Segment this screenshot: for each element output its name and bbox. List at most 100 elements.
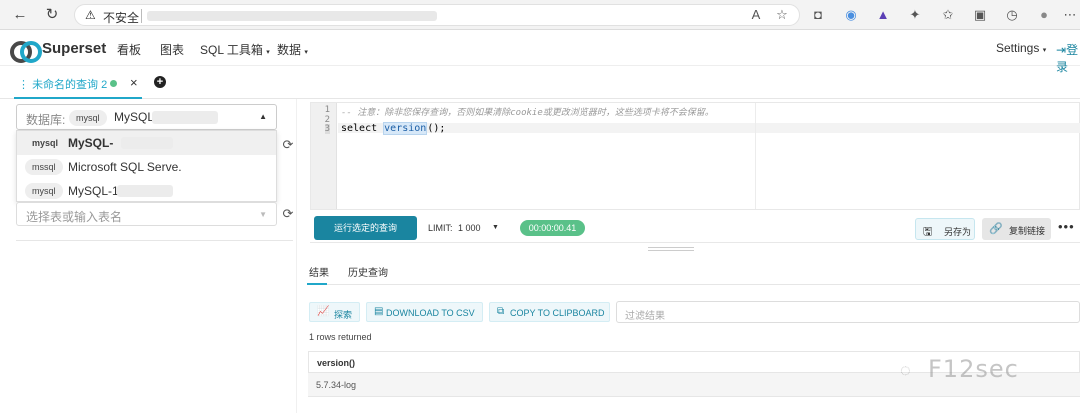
option-tag: mssql [25,159,63,175]
line-number: 3 [324,124,330,134]
brand-name: Superset [42,39,107,57]
menu-sql-lab-label: SQL 工具箱 [200,43,263,57]
favorite-add-icon[interactable]: ☆ [774,7,790,23]
watermark: F12sec [928,355,1019,383]
divider [16,240,293,241]
download-csv-button[interactable]: ▤ DOWNLOAD TO CSV [366,302,483,322]
redacted-text [152,111,218,124]
save-as-button[interactable]: 🖫 另存为 [915,218,975,240]
warning-icon: ⚠ [85,8,96,22]
database-option[interactable]: mssql Microsoft SQL Serve. [17,155,276,179]
more-icon[interactable]: ⋯ [1062,7,1078,23]
query-tab[interactable]: ⋮ 未命名的查询 2 × [14,66,142,99]
refresh-icon[interactable]: ⟳ [281,138,295,152]
run-query-button[interactable]: 运行选定的查询 [314,216,417,240]
divider [141,9,142,23]
rows-returned: 1 rows returned [309,332,372,342]
database-tag: mysql [69,110,107,126]
settings-menu[interactable]: Settings ▾ [996,41,1046,55]
wechat-icon: ◌ [900,360,911,380]
code-line: select version(); [341,122,445,135]
option-tag: mysql [25,183,63,199]
limit-value[interactable]: 1 000 [458,223,481,233]
close-icon[interactable]: × [130,75,138,90]
menu-sql-lab[interactable]: SQL 工具箱 ▾ [200,41,270,58]
database-label: 数据库: [26,113,66,127]
copy-clipboard-button[interactable]: ⧉ COPY TO CLIPBOARD [489,302,610,322]
database-value: MySQL [114,110,155,124]
option-label: Microsoft SQL Serve. [68,160,182,174]
resize-handle[interactable] [648,247,694,251]
cell-value: 5.7.34-log [316,380,357,390]
code-line-comment: -- 注意：除非您保存查询，否则如果清除cookie或更改浏览器时，这些选项卡将… [341,108,714,118]
query-tabs: ⋮ 未命名的查询 2 × + [0,66,1080,99]
link-icon: 🔗 [989,223,1003,235]
tab-label: ⋮ 未命名的查询 2 [18,79,108,91]
browser-toolbar: ← ↻ ⚠ 不安全 A ☆ ◘ ◉ ▲ ✦ ✩ ▣ ◷ ● ⋯ [0,0,1080,30]
divider [307,284,1080,285]
option-label: MySQL-1 [68,184,119,198]
save-as-label: 另存为 [944,227,972,237]
table-placeholder: 选择表或输入表名 [26,210,123,224]
database-option[interactable]: mysql MySQL- [17,131,276,155]
caret-down-icon: ▼ [259,210,267,219]
login-icon: ⇥ [1056,43,1067,57]
download-csv-label: DOWNLOAD TO CSV [386,308,475,318]
sql-editor[interactable]: 1 2 3 -- 注意：除非您保存查询，否则如果清除cookie或更改浏览器时，… [310,102,1080,210]
chevron-down-icon: ▾ [304,49,308,56]
save-icon: 🖫 [923,226,933,238]
extension-icon[interactable]: ◘ [810,7,826,23]
menu-charts[interactable]: 图表 [160,41,184,58]
extensions-icon[interactable]: ✦ [907,7,923,23]
option-label: MySQL- [68,136,114,150]
superset-logo[interactable]: Superset [10,39,107,63]
status-dot [110,80,117,87]
menu-dashboards[interactable]: 看板 [117,41,141,58]
database-dropdown: mysql MySQL- mssql Microsoft SQL Serve. … [16,130,277,202]
print-margin [755,103,756,209]
address-bar[interactable]: ⚠ 不安全 [74,4,800,26]
tab-title: 未命名的查询 2 [32,79,108,91]
tab-results[interactable]: 结果 [309,264,329,279]
divider [296,99,297,413]
redacted-url [147,11,437,21]
reload-icon[interactable]: ↻ [42,5,62,25]
code-function: version [383,122,428,135]
refresh-icon[interactable]: ⟳ [281,207,295,221]
explore-button[interactable]: 📈 探索 [309,302,360,322]
code-keyword: select [341,123,384,134]
tab-query-history[interactable]: 历史查询 [348,264,388,279]
database-option[interactable]: mysql MySQL-1 [17,179,276,203]
back-icon[interactable]: ← [10,5,30,25]
file-icon: ▤ [374,306,384,317]
explore-label: 探索 [334,310,353,320]
read-aloud-icon[interactable]: A [748,7,764,23]
active-line [338,123,1080,133]
settings-label: Settings [996,41,1040,55]
security-label: 不安全 [103,11,140,25]
more-icon[interactable]: ••• [1058,219,1075,234]
option-tag: mysql [32,138,59,148]
favorites-icon[interactable]: ✩ [940,7,956,23]
database-select[interactable]: 数据库: mysql MySQL ▲ [16,104,277,130]
extension-icon[interactable]: ▲ [875,7,891,23]
redacted-text [121,137,173,149]
table-select[interactable]: 选择表或输入表名 ▼ [16,202,277,226]
chevron-down-icon: ▾ [266,49,270,56]
logo-icon [10,41,42,63]
filter-placeholder: 过滤结果 [625,311,665,322]
profile-icon[interactable]: ● [1036,7,1052,23]
filter-results-input[interactable]: 过滤结果 [616,301,1080,323]
history-icon[interactable]: ◷ [1004,7,1020,23]
query-timer: 00:00:00.41 [520,220,585,236]
add-tab-icon[interactable]: + [154,76,166,88]
menu-data[interactable]: 数据 ▾ [277,41,308,58]
editor-toolbar: 运行选定的查询 LIMIT: 1 000 ▼ 00:00:00.41 🖫 另存为… [310,210,1080,243]
chart-icon: 📈 [317,306,330,317]
collections-icon[interactable]: ▣ [972,7,988,23]
extension-icon[interactable]: ◉ [843,7,859,23]
caret-down-icon[interactable]: ▼ [492,224,499,231]
copy-link-button[interactable]: 🔗 复制链接 [982,218,1051,240]
copy-clipboard-label: COPY TO CLIPBOARD [510,308,605,318]
chevron-down-icon: ▾ [1042,47,1047,54]
